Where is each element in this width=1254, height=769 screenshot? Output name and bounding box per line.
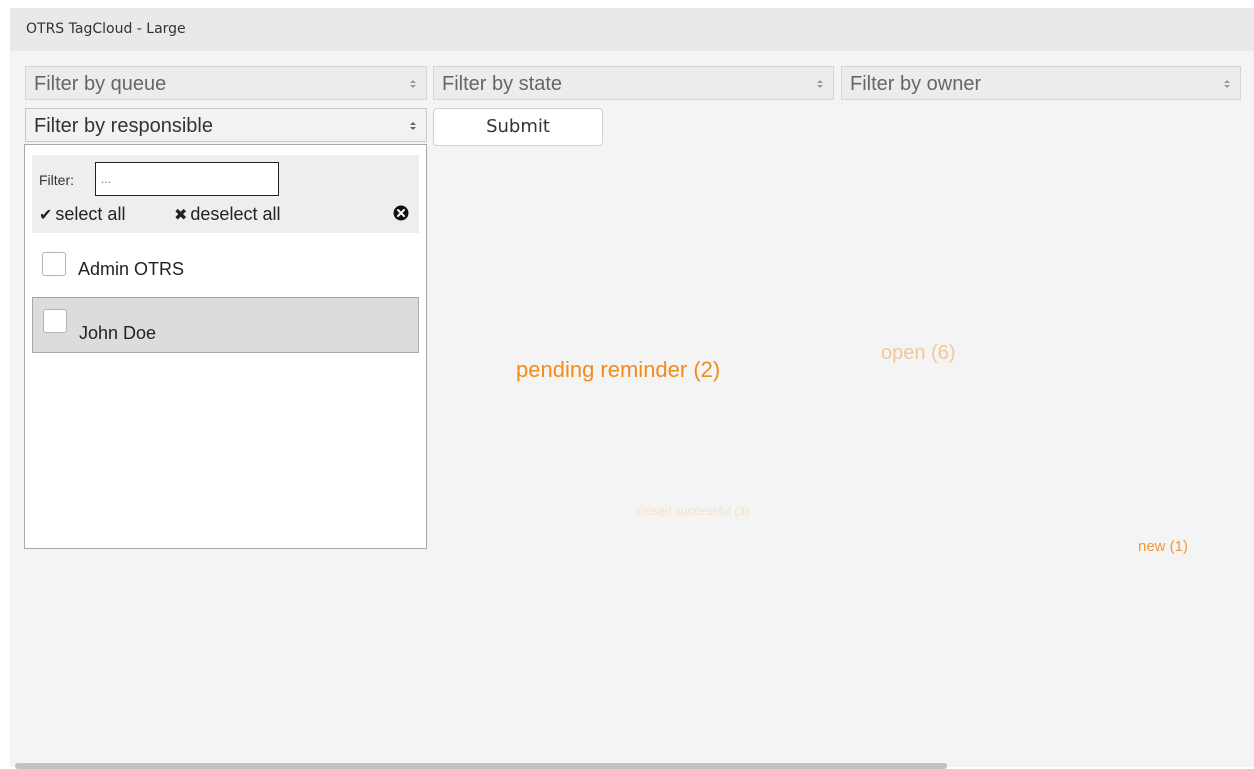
- state-filter-label: Filter by state: [442, 73, 563, 95]
- dropdown-toolbar: Filter: ✔select all ✖deselect all: [32, 155, 419, 233]
- sort-arrows-icon: [1224, 80, 1230, 88]
- tag-cloud-widget: OTRS TagCloud - Large Filter by queue Fi…: [10, 8, 1254, 769]
- responsible-dropdown: Filter: ✔select all ✖deselect all Admin …: [24, 144, 427, 549]
- queue-filter-select[interactable]: Filter by queue: [25, 66, 427, 100]
- owner-filter-label: Filter by owner: [850, 73, 982, 95]
- deselect-all-button[interactable]: ✖ deselect all: [174, 204, 280, 225]
- checkbox[interactable]: [43, 309, 67, 333]
- state-filter-select[interactable]: Filter by state: [433, 66, 834, 100]
- check-icon: ✔: [39, 207, 53, 224]
- sort-arrows-icon: [410, 122, 416, 130]
- tag-pending-reminder[interactable]: pending reminder (2): [516, 357, 720, 383]
- tag-open[interactable]: open (6): [881, 342, 956, 365]
- x-icon: ✖: [174, 207, 188, 224]
- list-item-john-doe[interactable]: John Doe: [32, 297, 419, 353]
- sort-arrows-icon: [410, 80, 416, 88]
- sort-arrows-icon: [817, 80, 823, 88]
- tag-new[interactable]: new (1): [1138, 538, 1188, 555]
- select-all-button[interactable]: ✔ select all: [39, 204, 125, 225]
- queue-filter-label: Filter by queue: [34, 73, 167, 95]
- deselect-all-label: deselect all: [190, 204, 281, 224]
- dropdown-filter-input[interactable]: [95, 162, 279, 196]
- list-item-admin-otrs[interactable]: Admin OTRS: [32, 241, 419, 297]
- filter-label: Filter:: [39, 172, 74, 188]
- tag-closed-successful[interactable]: closed successful (3): [637, 504, 749, 518]
- owner-filter-select[interactable]: Filter by owner: [841, 66, 1241, 100]
- checkbox[interactable]: [42, 252, 66, 276]
- widget-header: OTRS TagCloud - Large: [10, 8, 1254, 51]
- responsible-filter-select[interactable]: Filter by responsible: [25, 108, 427, 142]
- select-all-label: select all: [55, 204, 126, 224]
- horizontal-scrollbar[interactable]: [15, 763, 947, 769]
- submit-button[interactable]: Submit: [433, 108, 603, 146]
- widget-title: OTRS TagCloud - Large: [26, 21, 186, 37]
- responsible-filter-label: Filter by responsible: [34, 115, 213, 137]
- close-circle-icon[interactable]: [393, 205, 409, 221]
- item-label: John Doe: [79, 323, 157, 343]
- item-label: Admin OTRS: [78, 259, 185, 279]
